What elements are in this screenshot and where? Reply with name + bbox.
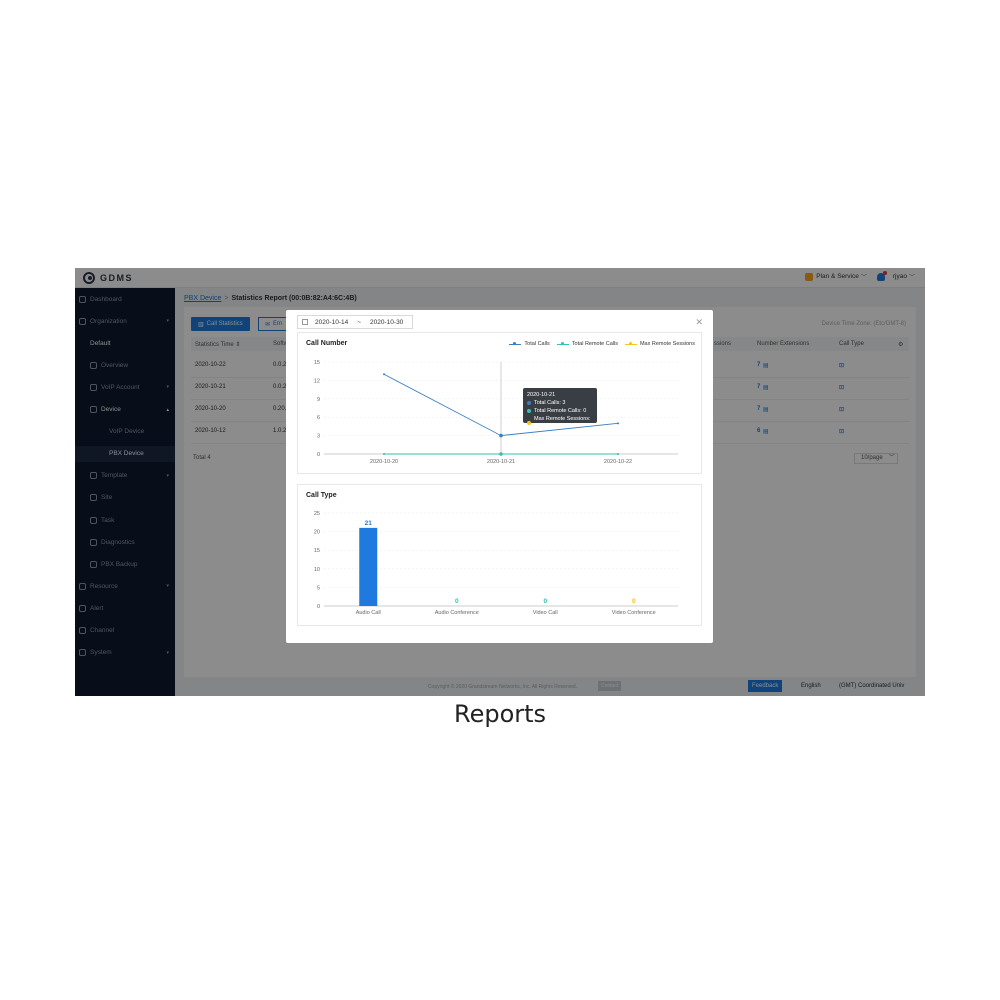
tooltip-dot: [527, 421, 531, 425]
tooltip-dot: [527, 401, 531, 405]
y-tick-label: 10: [314, 567, 320, 573]
calendar-icon: [302, 319, 308, 325]
y-tick-label: 6: [317, 415, 320, 421]
date-separator: ~: [357, 318, 362, 326]
y-tick-label: 0: [317, 604, 320, 610]
call-number-panel: Call Number Total Calls Total Remote Call…: [297, 332, 702, 474]
x-tick-label: 2020-10-20: [370, 459, 398, 465]
data-point: [617, 453, 619, 455]
tooltip-total-calls: Total Calls: 3: [534, 400, 566, 406]
tooltip-row: Max Remote Sessions: 0: [527, 415, 593, 431]
bar-value-label: 0: [632, 598, 636, 605]
tooltip-row: Total Calls: 3: [527, 399, 593, 407]
data-point: [499, 433, 503, 438]
y-tick-label: 15: [314, 360, 320, 366]
x-tick-label: Video Call: [533, 610, 558, 616]
bar-value-label: 21: [365, 520, 373, 527]
chart-tooltip: 2020-10-21 Total Calls: 3 Total Remote C…: [523, 388, 597, 430]
y-tick-label: 9: [317, 397, 320, 403]
tooltip-date: 2020-10-21: [527, 392, 556, 398]
bar-value-label: 0: [543, 598, 547, 605]
y-tick-label: 0: [317, 452, 320, 458]
y-tick-label: 20: [314, 530, 320, 536]
statistics-modal: 2020-10-14 ~ 2020-10-30 ✕ Call Number To…: [286, 310, 713, 643]
y-tick-label: 15: [314, 548, 320, 554]
date-start[interactable]: 2020-10-14: [315, 319, 348, 326]
bar-value-label: 0: [455, 598, 459, 605]
bar: [359, 527, 378, 606]
tooltip-dot: [527, 409, 531, 413]
tooltip-row: Total Remote Calls: 0: [527, 407, 593, 415]
close-icon[interactable]: ✕: [695, 318, 703, 327]
tooltip-remote-calls: Total Remote Calls: 0: [534, 408, 587, 414]
x-tick-label: Video Conference: [612, 610, 656, 616]
x-tick-label: Audio Call: [356, 610, 381, 616]
data-point: [383, 373, 385, 376]
x-tick-label: 2020-10-21: [487, 459, 515, 465]
tooltip-max-sessions: Max Remote Sessions: 0: [534, 416, 591, 430]
caption: Reports: [453, 700, 547, 728]
y-tick-label: 25: [314, 511, 320, 517]
y-tick-label: 5: [317, 585, 320, 591]
x-tick-label: Audio Conference: [435, 610, 479, 616]
call-type-chart: 25 20 15 10 5 0 21 Audio Call 0 Audio Conference 0…: [314, 511, 678, 616]
date-range-picker[interactable]: 2020-10-14 ~ 2020-10-30: [297, 315, 413, 329]
date-end[interactable]: 2020-10-30: [370, 319, 403, 326]
data-point: [383, 453, 385, 455]
data-point: [499, 452, 503, 456]
call-number-chart: 15 12 9 6 3 0 2020-10-20 2020-10-21 2020-10-22: [314, 360, 678, 465]
app-screen: GDMS Plan & Service ﹀ rjyao ﹀ Dashboard O…: [75, 268, 925, 696]
y-tick-label: 3: [317, 434, 320, 440]
call-type-panel: Call Type 25 20 15 10 5 0 21 Audio Call 0 Audio C…: [297, 484, 702, 626]
data-point: [617, 422, 619, 425]
y-tick-label: 12: [314, 378, 320, 384]
x-tick-label: 2020-10-22: [604, 459, 632, 465]
